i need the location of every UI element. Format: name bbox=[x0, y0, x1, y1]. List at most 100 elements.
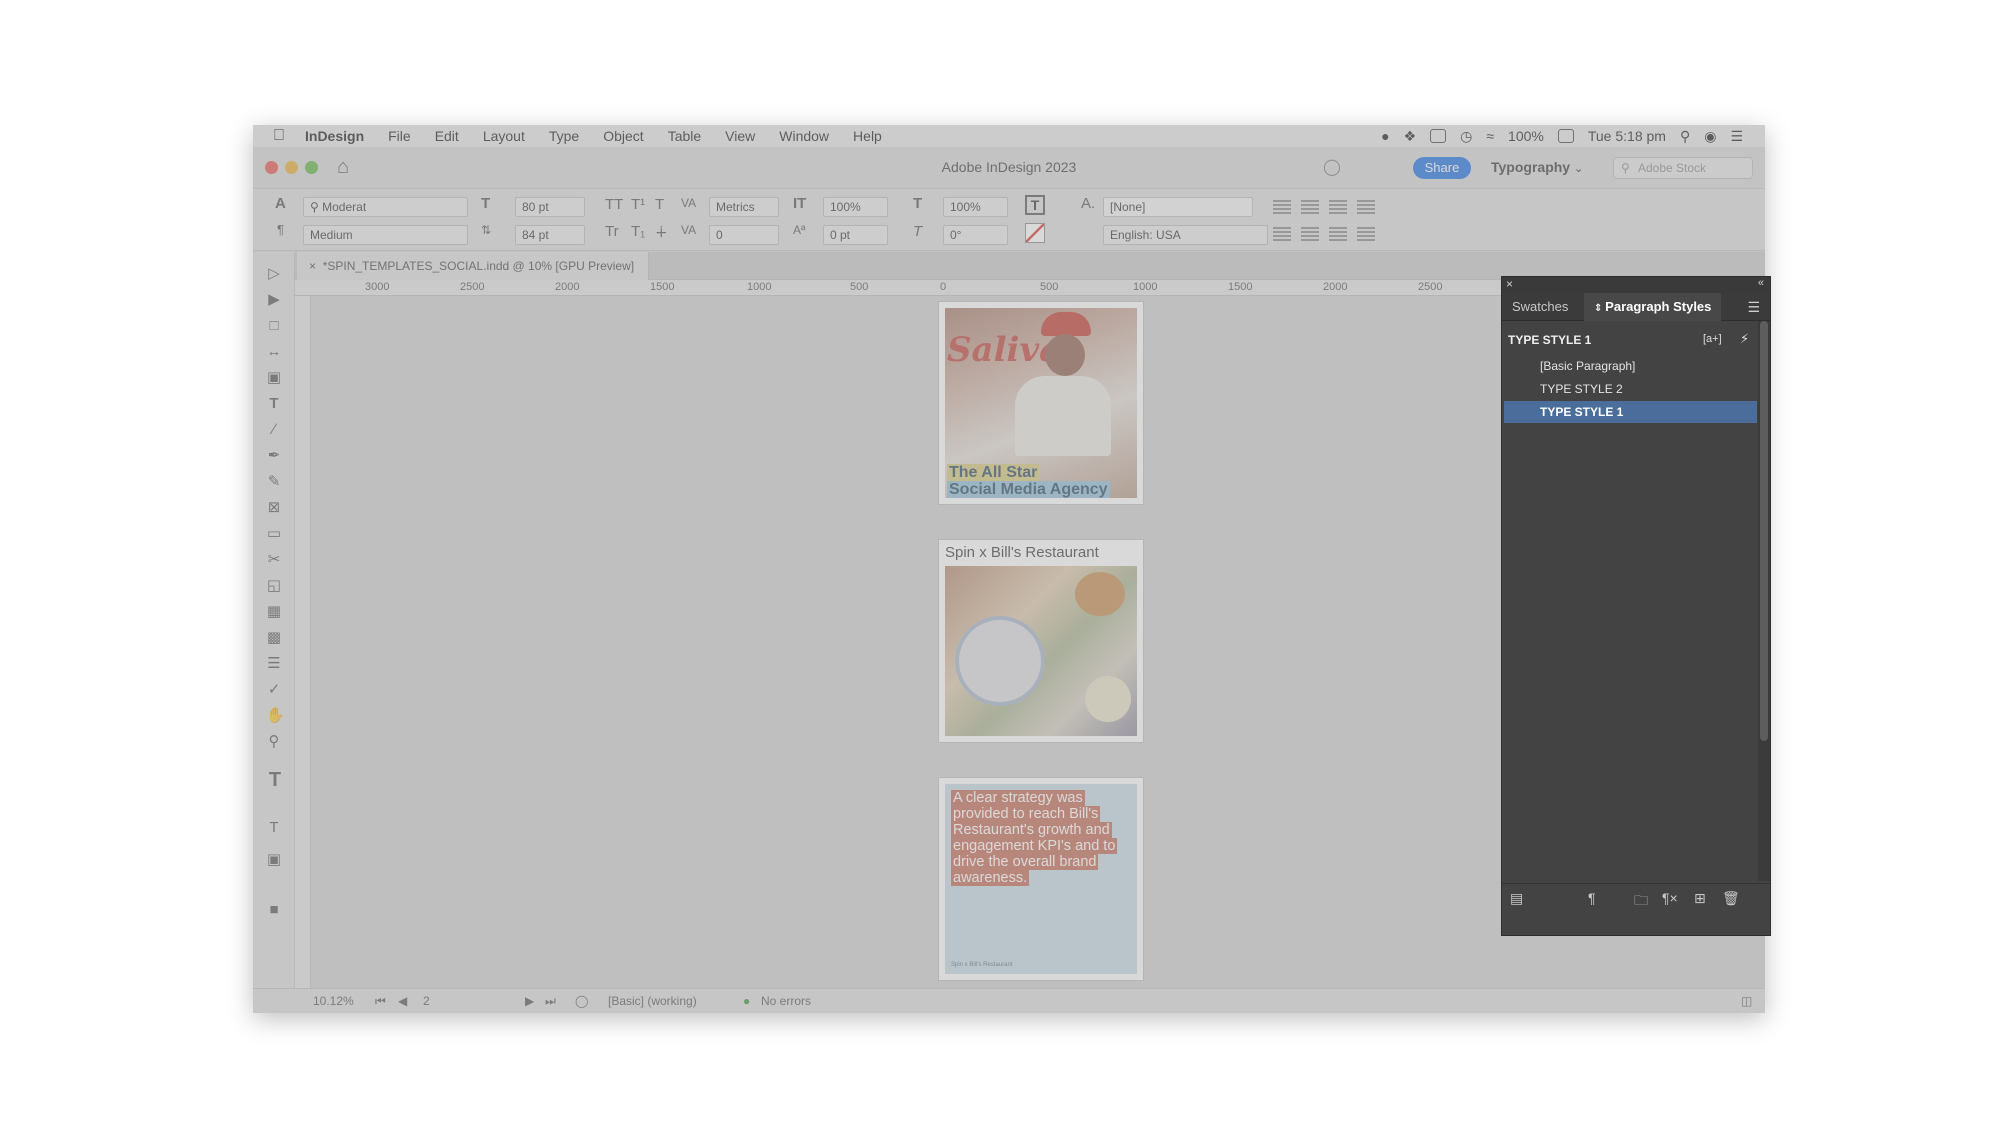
character-formatting-icon[interactable]: A bbox=[275, 195, 286, 212]
align-away-from-spine-icon[interactable] bbox=[1357, 227, 1375, 241]
wifi-icon[interactable]: ≈ bbox=[1486, 128, 1494, 144]
character-style-field[interactable]: [None] bbox=[1103, 197, 1253, 217]
style-item-type-style-1[interactable]: TYPE STYLE 1 bbox=[1504, 401, 1757, 423]
superscript-icon[interactable]: T¹ bbox=[631, 196, 645, 213]
style-item-basic-paragraph[interactable]: [Basic Paragraph] bbox=[1504, 355, 1757, 377]
text-fill-icon[interactable]: T bbox=[1025, 195, 1045, 215]
page-number-field[interactable]: 2 bbox=[423, 994, 503, 1008]
kerning-field[interactable]: Metrics bbox=[709, 197, 779, 217]
subscript-icon[interactable]: T₁ bbox=[631, 223, 645, 240]
justify-left-icon[interactable] bbox=[1273, 227, 1291, 241]
next-page-icon[interactable]: ▶ bbox=[525, 994, 534, 1008]
quick-apply-icon[interactable]: ⚡ bbox=[1740, 331, 1749, 347]
eyedropper-tool-icon[interactable]: ✓ bbox=[266, 682, 282, 698]
preflight-profile[interactable]: [Basic] (working) bbox=[608, 994, 697, 1008]
line-tool-icon[interactable]: ∕ bbox=[266, 422, 282, 438]
formatting-affects-text-icon[interactable]: T bbox=[266, 820, 282, 836]
vertical-scale-field[interactable]: 100% bbox=[823, 197, 888, 217]
justify-center-icon[interactable] bbox=[1301, 227, 1319, 241]
all-caps-icon[interactable]: TT bbox=[605, 196, 623, 213]
scrollbar-thumb[interactable] bbox=[1760, 321, 1768, 741]
paragraph-formatting-icon[interactable]: ¶ bbox=[277, 222, 284, 237]
menu-window[interactable]: Window bbox=[779, 128, 829, 144]
zoom-level[interactable]: 10.12% bbox=[313, 994, 354, 1008]
create-style-from-selection-icon[interactable]: [a+] bbox=[1703, 333, 1722, 345]
style-mapping-icon[interactable]: ▤ bbox=[1510, 890, 1523, 907]
first-page-icon[interactable]: ⏮ bbox=[375, 994, 386, 1009]
page3-body-text[interactable]: A clear strategy was provided to reach B… bbox=[951, 790, 1121, 886]
screen-mode-icon[interactable]: ■ bbox=[266, 902, 282, 918]
dropbox-icon[interactable]: ❖ bbox=[1404, 128, 1417, 145]
menu-file[interactable]: File bbox=[388, 128, 411, 144]
fill-stroke-text-icon[interactable]: T bbox=[263, 770, 287, 796]
scissors-tool-icon[interactable]: ✂ bbox=[266, 552, 282, 568]
menu-view[interactable]: View bbox=[725, 128, 755, 144]
horizontal-scale-field[interactable]: 100% bbox=[943, 197, 1008, 217]
menu-help[interactable]: Help bbox=[853, 128, 882, 144]
align-right-icon[interactable] bbox=[1329, 200, 1347, 214]
font-size-field[interactable]: 80 pt bbox=[515, 197, 585, 217]
notification-center-icon[interactable]: ☰ bbox=[1730, 128, 1743, 145]
pencil-tool-icon[interactable]: ✎ bbox=[266, 474, 282, 490]
share-button[interactable]: Share bbox=[1413, 157, 1471, 179]
vertical-ruler[interactable] bbox=[295, 296, 311, 988]
leading-field[interactable]: 84 pt bbox=[515, 225, 585, 245]
font-style-field[interactable]: Medium bbox=[303, 225, 468, 245]
underline-icon[interactable]: T bbox=[655, 196, 664, 213]
battery-icon[interactable] bbox=[1557, 129, 1574, 143]
collapse-panel-icon[interactable]: « bbox=[1758, 277, 1764, 289]
new-style-icon[interactable]: ⊞ bbox=[1694, 890, 1706, 907]
skew-field[interactable]: 0° bbox=[943, 225, 1008, 245]
pen-tool-icon[interactable]: ✒ bbox=[266, 448, 282, 464]
style-item-type-style-2[interactable]: TYPE STYLE 2 bbox=[1504, 378, 1757, 400]
clear-overrides-icon[interactable]: ¶ bbox=[1588, 890, 1596, 906]
content-collector-tool-icon[interactable]: ▣ bbox=[266, 370, 282, 386]
delete-style-icon[interactable]: 🗑 bbox=[1722, 890, 1740, 907]
zoom-tool-icon[interactable]: ⚲ bbox=[266, 734, 282, 750]
previous-page-icon[interactable]: ◀ bbox=[398, 994, 407, 1008]
page-1[interactable]: Saliva The All Star Social Media Agency bbox=[939, 302, 1143, 504]
menu-layout[interactable]: Layout bbox=[483, 128, 525, 144]
panel-menu-icon[interactable]: ☰ bbox=[1747, 299, 1760, 316]
apple-menu-icon[interactable]:  bbox=[253, 127, 305, 145]
panel-toggle-icon[interactable]: ◫ bbox=[1741, 994, 1752, 1008]
align-left-icon[interactable] bbox=[1273, 200, 1291, 214]
siri-icon[interactable]: ◉ bbox=[1704, 128, 1716, 145]
small-caps-icon[interactable]: Tr bbox=[605, 223, 619, 240]
preflight-errors[interactable]: No errors bbox=[761, 994, 811, 1008]
tab-swatches[interactable]: Swatches bbox=[1502, 293, 1578, 321]
menu-app-indesign[interactable]: InDesign bbox=[305, 128, 364, 144]
time-machine-icon[interactable]: ◷ bbox=[1460, 128, 1472, 145]
menu-table[interactable]: Table bbox=[668, 128, 701, 144]
tab-paragraph-styles[interactable]: ⇕ Paragraph Styles bbox=[1584, 293, 1722, 321]
clock[interactable]: Tue 5:18 pm bbox=[1588, 128, 1666, 144]
hand-tool-icon[interactable]: ✋ bbox=[266, 708, 285, 724]
type-tool-icon[interactable]: T bbox=[266, 396, 282, 412]
gradient-swatch-tool-icon[interactable]: ▦ bbox=[266, 604, 282, 620]
justify-all-icon[interactable] bbox=[1329, 227, 1347, 241]
baseline-shift-field[interactable]: 0 pt bbox=[823, 225, 888, 245]
panel-scrollbar[interactable] bbox=[1758, 321, 1770, 881]
align-towards-spine-icon[interactable] bbox=[1357, 200, 1375, 214]
new-style-group-icon[interactable]: 🗀 bbox=[1634, 890, 1648, 914]
preflight-icon[interactable]: ◯ bbox=[575, 994, 588, 1008]
direct-selection-tool-icon[interactable]: ▶ bbox=[266, 292, 282, 308]
normal-mode-icon[interactable]: ▣ bbox=[266, 852, 282, 868]
font-family-field[interactable]: ⚲ Moderat bbox=[303, 197, 468, 217]
workspace-switcher[interactable]: Typography ⌄ bbox=[1491, 159, 1583, 175]
last-page-icon[interactable]: ⏭ bbox=[545, 994, 556, 1009]
clear-overrides-paragraph-icon[interactable]: ¶× bbox=[1662, 890, 1678, 906]
align-center-icon[interactable] bbox=[1301, 200, 1319, 214]
page-2[interactable]: Spin x Bill's Restaurant bbox=[939, 540, 1143, 742]
document-tab[interactable]: × *SPIN_TEMPLATES_SOCIAL.indd @ 10% [GPU… bbox=[297, 252, 650, 280]
gap-tool-icon[interactable]: ↔ bbox=[266, 344, 282, 360]
free-transform-tool-icon[interactable]: ◱ bbox=[266, 578, 282, 594]
menu-type[interactable]: Type bbox=[549, 128, 579, 144]
text-stroke-icon[interactable] bbox=[1025, 223, 1045, 243]
note-tool-icon[interactable]: ☰ bbox=[266, 656, 282, 672]
close-tab-icon[interactable]: × bbox=[309, 259, 323, 273]
tracking-field[interactable]: 0 bbox=[709, 225, 779, 245]
page-3[interactable]: A clear strategy was provided to reach B… bbox=[939, 778, 1143, 980]
close-panel-icon[interactable]: × bbox=[1506, 277, 1513, 291]
adobe-stock-search[interactable]: ⚲ Adobe Stock bbox=[1613, 157, 1753, 179]
